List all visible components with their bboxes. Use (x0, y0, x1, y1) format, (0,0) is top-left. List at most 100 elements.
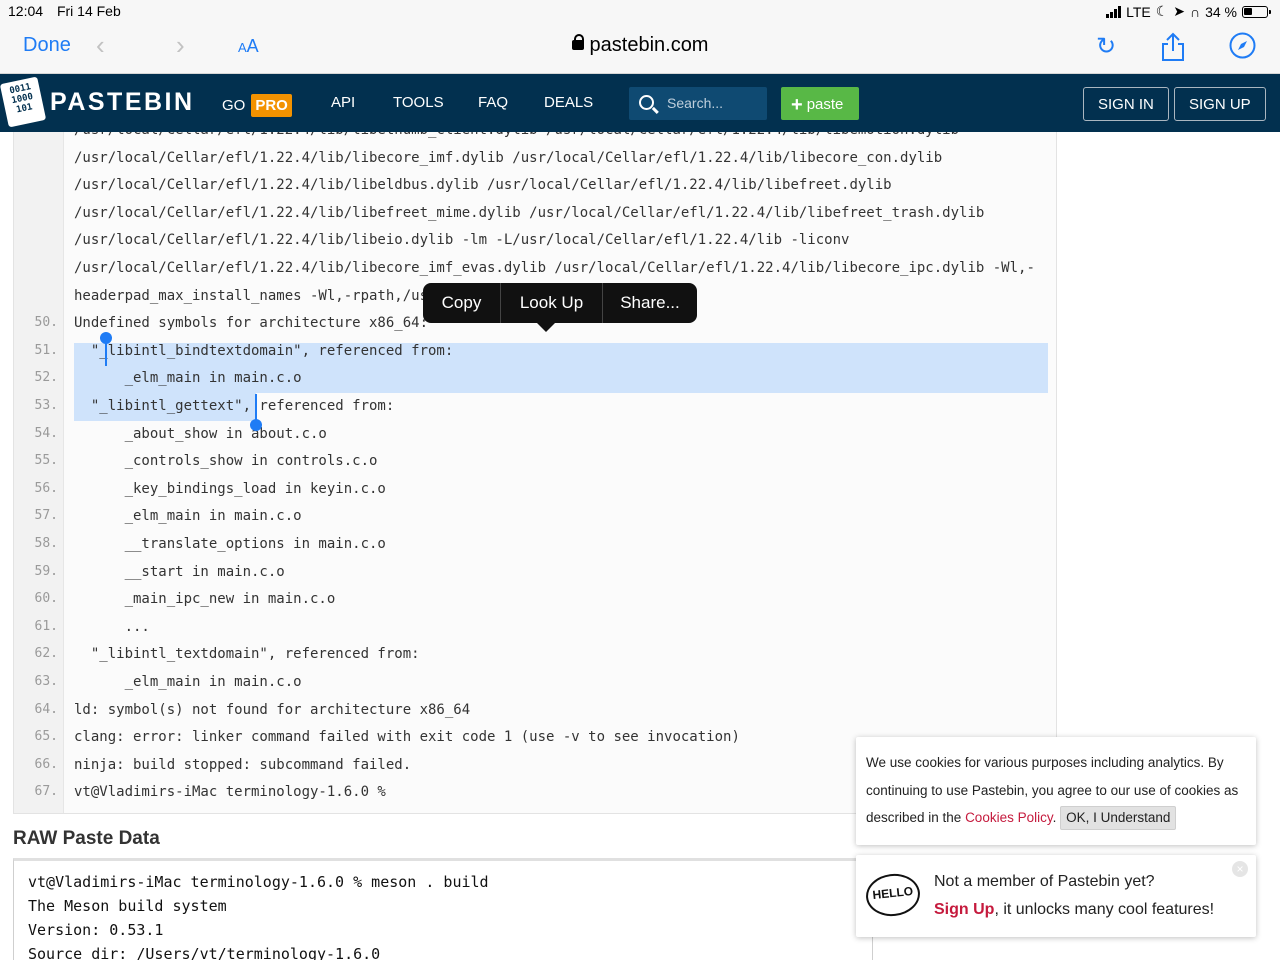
line-text: Undefined symbols for architecture x86_6… (74, 315, 429, 332)
selection-end-caret (255, 394, 257, 420)
code-line: 62. "_libintl_textdomain", referenced fr… (14, 646, 1056, 673)
signup-prompt-body: Sign Up, it unlocks many cool features! (934, 901, 1214, 919)
compass-icon[interactable] (1229, 32, 1256, 66)
search-input[interactable]: Search... (629, 87, 767, 120)
nav-faq[interactable]: FAQ (478, 94, 508, 111)
line-number: 56. (34, 480, 58, 496)
new-paste-button[interactable]: + paste (781, 87, 859, 120)
line-text: ld: symbol(s) not found for architecture… (74, 701, 471, 718)
signup-prompt-title: Not a member of Pastebin yet? (934, 873, 1155, 890)
address-bar[interactable]: pastebin.com (0, 34, 1280, 57)
line-text: headerpad_max_install_names -Wl,-rpath,/… (74, 287, 429, 304)
line-number: 60. (34, 591, 58, 607)
line-text: /usr/local/Cellar/efl/1.22.4/lib/libethu… (74, 132, 959, 138)
line-number: 64. (34, 701, 58, 717)
headphones-icon: ∩ (1190, 3, 1201, 20)
code-line: 59. __start in main.c.o (14, 563, 1056, 591)
line-text: _elm_main in main.c.o (74, 370, 302, 387)
line-number: 55. (34, 453, 58, 469)
code-line: 64. ld: symbol(s) not found for architect… (14, 701, 1056, 729)
cookie-text-end: . (1052, 810, 1057, 825)
line-text: clang: error: linker command failed with… (74, 729, 740, 746)
reload-icon[interactable]: ↻ (1096, 32, 1116, 61)
sign-up-button[interactable]: SIGN UP (1174, 87, 1266, 121)
code-line: 55. _controls_show in controls.c.o (14, 453, 1056, 480)
status-date: Fri 14 Feb (56, 3, 121, 19)
selection-start-caret (105, 342, 107, 366)
code-line: /usr/local/Cellar/efl/1.22.4/lib/libethu… (14, 132, 1056, 149)
nav-tools[interactable]: TOOLS (393, 94, 444, 111)
line-text: ninja: build stopped: subcommand failed. (74, 756, 412, 773)
location-icon: ➤ (1173, 3, 1186, 19)
cookies-policy-link[interactable]: Cookies Policy (965, 810, 1053, 825)
share-icon[interactable] (1160, 32, 1186, 69)
code-line: 58. __translate_options in main.c.o (14, 536, 1056, 563)
line-text: /usr/local/Cellar/efl/1.22.4/lib/libefre… (74, 204, 985, 221)
line-text: /usr/local/Cellar/efl/1.22.4/lib/libecor… (74, 260, 1035, 276)
line-number: 57. (34, 508, 58, 524)
line-number: 66. (34, 756, 58, 772)
line-text: _controls_show in controls.c.o (74, 453, 378, 470)
battery-icon (1242, 5, 1271, 18)
code-line: 63. _elm_main in main.c.o (14, 674, 1056, 701)
search-placeholder: Search... (667, 95, 724, 111)
pastebin-logo[interactable]: 0011 1000 101 (0, 76, 47, 128)
cookie-ok-button[interactable]: OK, I Understand (1060, 806, 1177, 830)
code-line: 57. _elm_main in main.c.o (14, 508, 1056, 535)
cookie-notice: We use cookies for various purposes incl… (856, 737, 1256, 845)
line-text: "_libintl_bindtextdomain", referenced fr… (74, 342, 454, 359)
line-text: /usr/local/Cellar/efl/1.22.4/lib/libecor… (74, 149, 943, 166)
sign-in-button[interactable]: SIGN IN (1083, 87, 1169, 121)
battery-percent: 34 % (1205, 3, 1237, 20)
safari-toolbar: Done ‹ › AA pastebin.com ↻ (0, 22, 1280, 74)
code-line: 60. _main_ipc_new in main.c.o (14, 591, 1056, 618)
line-text: __translate_options in main.c.o (74, 536, 386, 552)
line-number: 61. (34, 618, 58, 634)
raw-paste-textarea[interactable]: vt@Vladimirs-iMac terminology-1.6.0 % me… (13, 858, 873, 960)
line-number: 54. (34, 425, 58, 441)
line-text: _key_bindings_load in keyin.c.o (74, 480, 386, 497)
signup-link[interactable]: Sign Up (934, 901, 994, 918)
pastebin-header: 0011 1000 101 PASTEBIN GO PRO API TOOLS F… (0, 74, 1280, 132)
moon-icon: ☾ (1155, 3, 1169, 19)
raw-line: The Meson build system (28, 897, 227, 915)
nav-go-pro[interactable]: GO PRO (222, 94, 292, 117)
line-text: _elm_main in main.c.o (74, 508, 302, 525)
plus-icon: + (791, 94, 803, 116)
nav-api[interactable]: API (331, 94, 355, 111)
copy-menu-item[interactable]: Copy (423, 283, 501, 323)
code-line: /usr/local/Cellar/efl/1.22.4/lib/libeldb… (14, 177, 1056, 204)
raw-line: vt@Vladimirs-iMac terminology-1.6.0 % me… (28, 873, 489, 891)
pro-badge: PRO (251, 94, 292, 117)
share-menu-item[interactable]: Share... (603, 283, 697, 323)
close-icon[interactable]: × (1232, 861, 1248, 877)
look-up-menu-item[interactable]: Look Up (501, 283, 603, 323)
search-icon (639, 95, 654, 110)
brand-name[interactable]: PASTEBIN (50, 88, 195, 117)
browser-window: 12:04 Fri 14 Feb LTE ☾ ➤ ∩ 34 % Done ‹ ›… (0, 0, 1280, 960)
line-number: 58. (34, 536, 58, 551)
context-menu-pointer (536, 322, 556, 332)
line-number: 53. (34, 398, 58, 413)
line-text: _elm_main in main.c.o (74, 674, 302, 690)
nav-deals[interactable]: DEALS (544, 94, 593, 111)
line-number: 67. (34, 784, 58, 800)
code-view[interactable]: /usr/local/Cellar/efl/1.22.4/lib/libethu… (13, 132, 1057, 814)
line-text: "_libintl_gettext", referenced from: (74, 398, 395, 414)
line-number: 50. (34, 315, 58, 331)
signal-icon (1106, 5, 1122, 18)
code-line: 54. _about_show in about.c.o (14, 425, 1056, 453)
signup-prompt: HELLO Not a member of Pastebin yet? Sign… (856, 855, 1256, 937)
status-bar: 12:04 Fri 14 Feb LTE ☾ ➤ ∩ 34 % (0, 0, 1280, 22)
paste-label: paste (806, 96, 844, 113)
line-number: 59. (34, 563, 58, 579)
selection-end-handle[interactable] (250, 419, 262, 431)
code-line: /usr/local/Cellar/efl/1.22.4/lib/libecor… (14, 149, 1056, 177)
line-text: _main_ipc_new in main.c.o (74, 591, 336, 608)
line-text: /usr/local/Cellar/efl/1.22.4/lib/libeio.… (74, 232, 850, 249)
code-line: 52. _elm_main in main.c.o (14, 370, 1056, 397)
line-text: ... (74, 618, 150, 635)
signup-prompt-rest: , it unlocks many cool features! (994, 901, 1215, 918)
line-number: 62. (34, 646, 58, 662)
line-number: 65. (34, 729, 58, 745)
